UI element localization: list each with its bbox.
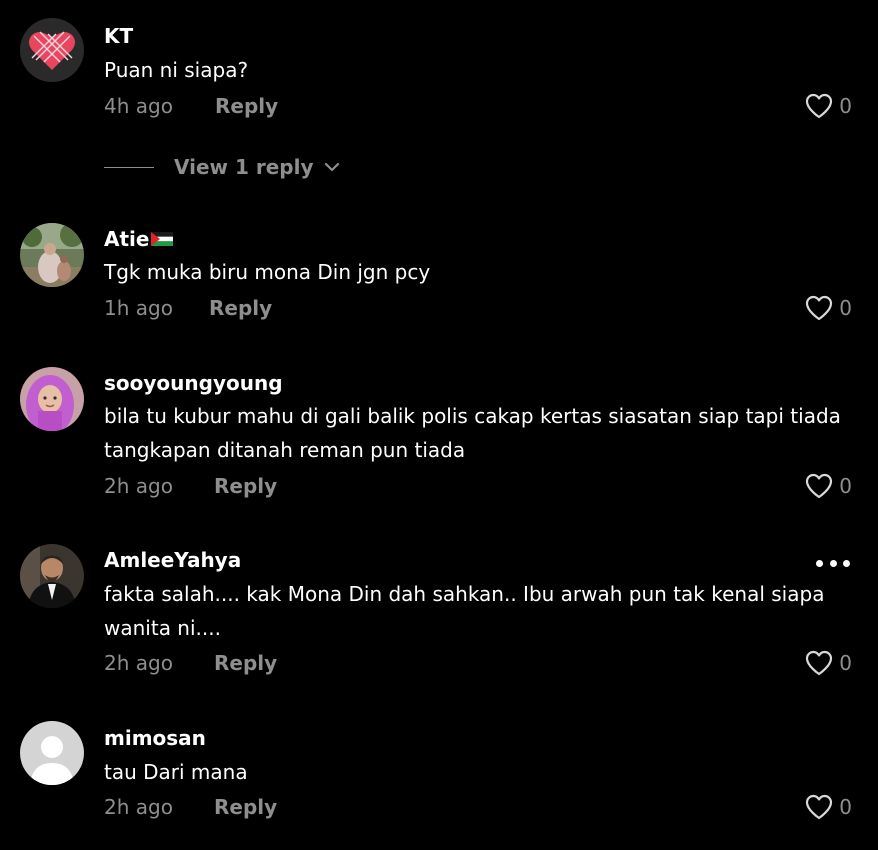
avatar[interactable] <box>20 223 84 287</box>
comment-list: KT Puan ni siapa? 4h ago Reply 0 View 1 … <box>0 0 878 850</box>
comment-timestamp: 2h ago <box>104 474 173 498</box>
comment-timestamp: 1h ago <box>104 296 173 320</box>
avatar[interactable] <box>20 544 84 608</box>
like-button[interactable]: 0 <box>805 793 852 821</box>
avatar[interactable] <box>20 18 84 82</box>
like-count: 0 <box>839 296 852 320</box>
heart-lattice-avatar <box>20 18 84 82</box>
view-replies-label: View 1 reply <box>174 155 314 179</box>
reply-button[interactable]: Reply <box>214 793 277 821</box>
reply-button[interactable]: Reply <box>214 649 277 677</box>
heart-outline-icon <box>806 650 833 676</box>
avatar[interactable] <box>20 367 84 431</box>
photo-avatar <box>20 367 84 431</box>
like-button[interactable]: 0 <box>805 294 852 322</box>
like-count: 0 <box>839 94 852 118</box>
comment-username[interactable]: KT <box>104 22 133 50</box>
chevron-down-icon <box>324 162 339 172</box>
comment-text: Tgk muka biru mona Din jgn pcy <box>104 260 431 284</box>
comment-text: fakta salah.... kak Mona Din dah sahkan.… <box>104 582 825 640</box>
dot <box>816 559 823 567</box>
divider-line <box>104 166 154 168</box>
heart-outline-icon <box>806 794 833 820</box>
heart-outline-icon <box>806 295 833 321</box>
comment-username[interactable]: AmleeYahya <box>104 546 241 574</box>
dot <box>829 559 837 567</box>
comment-text: bila tu kubur mahu di gali balik polis c… <box>104 404 841 462</box>
avatar[interactable] <box>20 721 84 785</box>
default-avatar-icon <box>20 721 84 785</box>
more-options-icon[interactable] <box>816 558 850 568</box>
like-count: 0 <box>839 474 852 498</box>
like-count: 0 <box>839 795 852 819</box>
comment-username[interactable]: Atie <box>104 227 149 251</box>
comment-timestamp: 2h ago <box>104 795 173 819</box>
comment-username[interactable]: sooyoungyoung <box>104 369 283 397</box>
photo-avatar <box>20 223 84 287</box>
like-count: 0 <box>839 651 852 675</box>
view-replies-button[interactable]: View 1 reply <box>104 152 340 182</box>
reply-button[interactable]: Reply <box>209 294 272 322</box>
comment-text: Puan ni siapa? <box>104 58 249 82</box>
heart-outline-icon <box>806 473 833 499</box>
like-button[interactable]: 0 <box>805 649 852 677</box>
reply-button[interactable]: Reply <box>215 92 278 120</box>
comment-username-row[interactable]: Atie <box>104 225 174 253</box>
comment-username[interactable]: mimosan <box>104 724 206 752</box>
photo-avatar <box>20 544 84 608</box>
comment-text: tau Dari mana <box>104 760 248 784</box>
heart-outline-icon <box>806 93 833 119</box>
comment-timestamp: 4h ago <box>104 94 173 118</box>
like-button[interactable]: 0 <box>805 472 852 500</box>
reply-button[interactable]: Reply <box>214 472 277 500</box>
palestine-flag-icon <box>151 231 174 246</box>
dot <box>843 559 850 567</box>
like-button[interactable]: 0 <box>805 92 852 120</box>
comment-timestamp: 2h ago <box>104 651 173 675</box>
